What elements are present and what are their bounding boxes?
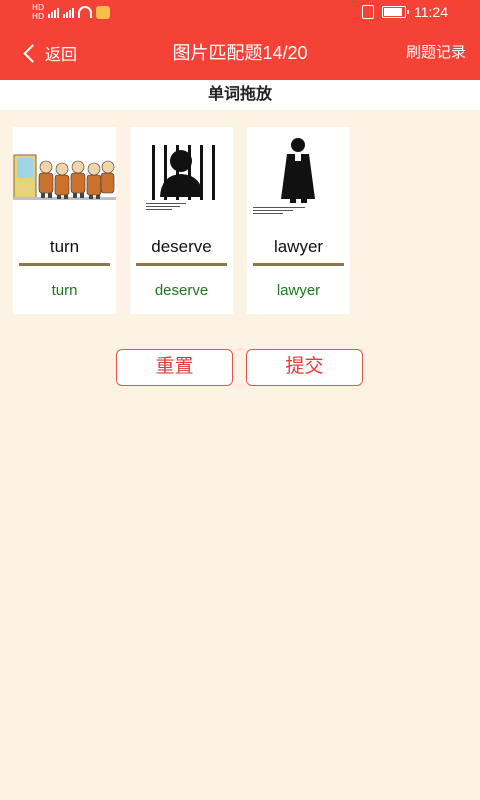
lawyer-silhouette-image (247, 127, 350, 222)
back-label: 返回 (45, 47, 78, 64)
status-time: 11:24 (414, 4, 448, 20)
app-notification-icon (96, 5, 111, 19)
status-bar: HD HD 11:24 (0, 0, 480, 26)
word-card-turn[interactable]: turn turn (13, 127, 116, 314)
card-answer[interactable]: deserve (130, 282, 233, 299)
drop-line[interactable] (253, 263, 344, 266)
signal-icon (48, 6, 60, 18)
app-header: 图片匹配题14/20 返回 刷题记录 (0, 26, 480, 80)
submit-button[interactable]: 提交 (246, 349, 363, 386)
wifi-icon (78, 6, 93, 18)
network-indicator: HD HD (32, 3, 45, 21)
back-button[interactable]: 返回 (20, 26, 77, 80)
reset-button[interactable]: 重置 (116, 349, 233, 386)
action-buttons: 重置 提交 (116, 349, 363, 386)
signal-icon-2 (63, 6, 75, 18)
card-list: turn turn deserve deserve lawyer lawyer (13, 127, 350, 314)
card-word: turn (49, 237, 80, 256)
card-word: deserve (151, 237, 212, 256)
battery-icon (382, 6, 409, 18)
card-answer[interactable]: lawyer (247, 282, 350, 299)
drop-line[interactable] (19, 263, 110, 266)
prisoner-behind-bars-image (130, 127, 233, 222)
card-answer[interactable]: turn (13, 282, 116, 299)
chevron-left-icon (23, 43, 42, 63)
vibrate-icon (362, 5, 374, 19)
drop-line[interactable] (136, 263, 227, 266)
card-word: lawyer (273, 237, 324, 256)
people-queue-image (13, 127, 116, 222)
word-card-deserve[interactable]: deserve deserve (130, 127, 233, 314)
section-title: 单词拖放 (0, 80, 480, 110)
word-card-lawyer[interactable]: lawyer lawyer (247, 127, 350, 314)
practice-record-button[interactable]: 刷题记录 (406, 26, 466, 80)
